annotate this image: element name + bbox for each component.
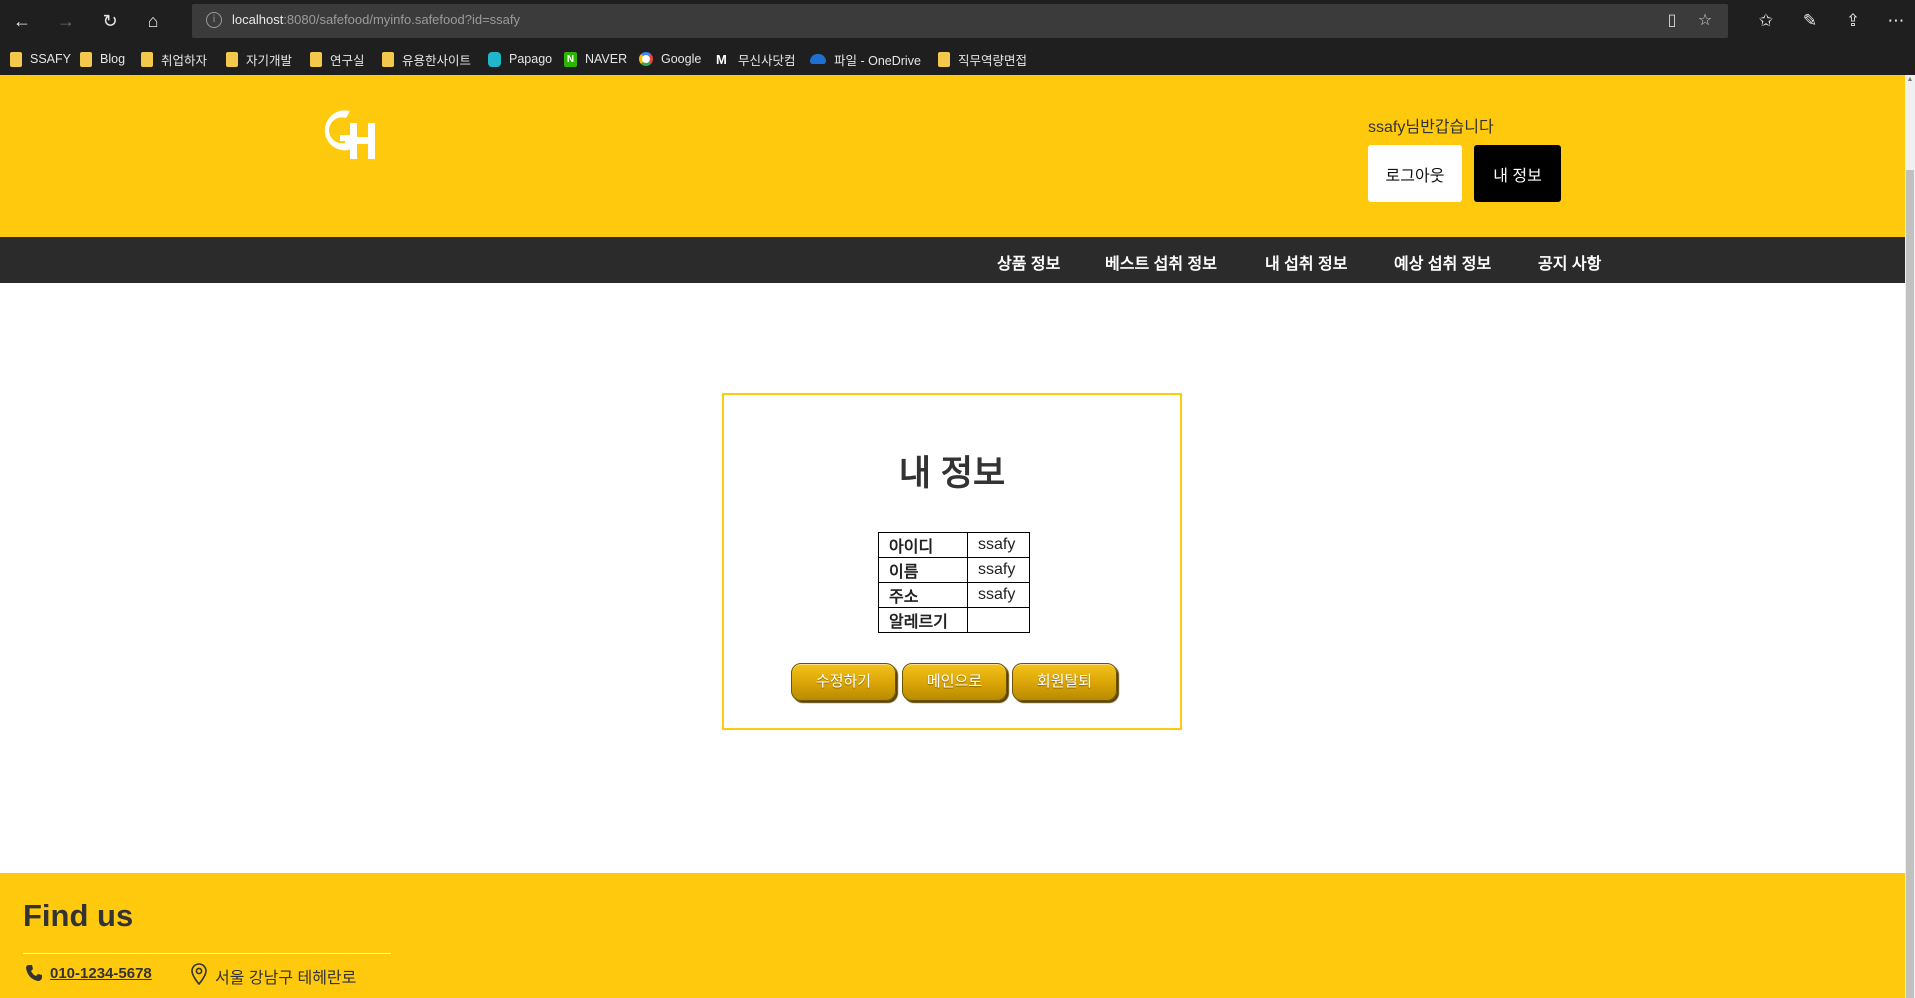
field-label-id: 아이디 [878, 532, 968, 558]
nav-item-products[interactable]: 상품 정보 [997, 250, 1060, 274]
onedrive-icon [810, 54, 826, 64]
map-pin-icon [191, 963, 207, 985]
field-label-allergy: 알레르기 [878, 607, 968, 633]
address-text: 서울 강남구 테헤란로 [215, 970, 357, 987]
edit-button[interactable]: 수정하기 [791, 663, 896, 701]
site-info-icon[interactable]: i [206, 12, 222, 28]
bookmark-musinsa[interactable]: M 무신사닷컴 [716, 50, 796, 68]
bookmark-naver[interactable]: N NAVER [564, 50, 627, 68]
folder-icon [226, 51, 238, 67]
footer-divider [23, 953, 391, 954]
browser-toolbar: ← → ↻ ⌂ i localhost:8080/safefood/myinfo… [0, 0, 1915, 42]
bookmark-google[interactable]: Google [639, 50, 701, 68]
address-bar[interactable]: i localhost:8080/safefood/myinfo.safefoo… [192, 4, 1728, 38]
scrollbar-thumb[interactable] [1906, 170, 1914, 998]
field-value-id: ssafy [967, 532, 1030, 558]
logout-button[interactable]: 로그아웃 [1368, 145, 1462, 202]
url-text[interactable]: localhost:8080/safefood/myinfo.safefood?… [232, 12, 520, 27]
field-value-name: ssafy [967, 557, 1030, 583]
bookmark-lab[interactable]: 연구실 [310, 50, 365, 68]
home-icon[interactable]: ⌂ [140, 8, 166, 34]
papago-icon [488, 51, 501, 67]
bookmark-label: Blog [100, 52, 126, 66]
field-value-address: ssafy [967, 582, 1030, 608]
bookmark-label: NAVER [585, 52, 628, 66]
folder-icon [310, 51, 322, 67]
google-icon [639, 52, 653, 66]
bookmarks-bar: SSAFY Blog 취업하자 자기개발 연구실 유용한사이트 Papago N… [0, 46, 1915, 72]
scroll-up-icon[interactable]: ▲ [1905, 75, 1915, 85]
bookmark-onedrive[interactable]: 파일 - OneDrive [810, 50, 921, 68]
browser-chrome: ← → ↻ ⌂ i localhost:8080/safefood/myinfo… [0, 0, 1915, 75]
folder-icon [80, 51, 92, 67]
table-row: 주소 ssafy [878, 582, 1030, 608]
favorites-list-icon[interactable]: ✩ [1753, 8, 1779, 34]
greeting-text: ssafy님반갑습니다 [1368, 119, 1494, 136]
nav-item-my-intake[interactable]: 내 섭취 정보 [1265, 250, 1348, 274]
action-buttons: 수정하기 메인으로 회원탈퇴 [791, 663, 1121, 701]
bookmark-label: 파일 - OneDrive [834, 53, 921, 68]
bookmark-ssafy[interactable]: SSAFY [10, 50, 71, 68]
bookmark-self-dev[interactable]: 자기개발 [226, 50, 292, 68]
url-path: :8080/safefood/myinfo.safefood?id=ssafy [283, 12, 520, 27]
musinsa-icon: M [716, 51, 727, 67]
site-footer: Find us 010-1234-5678 서울 강남구 테헤란로 [0, 873, 1905, 998]
my-info-button[interactable]: 내 정보 [1474, 145, 1561, 202]
footer-heading: Find us [23, 898, 134, 933]
info-table: 아이디 ssafy 이름 ssafy 주소 ssafy 알레르기 [878, 532, 1030, 633]
table-row: 아이디 ssafy [878, 532, 1030, 558]
share-icon[interactable]: ⇪ [1840, 8, 1866, 34]
field-value-allergy [967, 607, 1030, 633]
reading-view-icon[interactable]: ▯ [1661, 10, 1683, 32]
bookmark-job[interactable]: 취업하자 [141, 50, 207, 68]
bookmark-label: 자기개발 [246, 53, 293, 68]
table-row: 알레르기 [878, 607, 1030, 633]
page-scrollbar[interactable]: ▲ [1905, 75, 1915, 998]
folder-icon [938, 51, 950, 67]
bookmark-label: 연구실 [330, 53, 365, 68]
my-info-card: 내 정보 아이디 ssafy 이름 ssafy 주소 ssafy 알레르기 수정… [722, 393, 1182, 730]
nav-item-notices[interactable]: 공지 사항 [1538, 250, 1601, 274]
bookmark-label: Papago [509, 52, 553, 66]
bookmark-useful-sites[interactable]: 유용한사이트 [382, 50, 471, 68]
bookmark-label: SSAFY [30, 52, 71, 66]
bookmark-label: 유용한사이트 [402, 53, 472, 68]
folder-icon [10, 51, 22, 67]
back-icon[interactable]: ← [9, 8, 35, 34]
naver-icon: N [564, 51, 577, 67]
page-content: ssafy님반갑습니다 로그아웃 내 정보 상품 정보 베스트 섭취 정보 내 … [0, 75, 1905, 998]
page-title: 내 정보 [898, 454, 1006, 493]
nav-item-expected-intake[interactable]: 예상 섭취 정보 [1394, 250, 1491, 274]
withdraw-button[interactable]: 회원탈퇴 [1012, 663, 1117, 701]
bookmark-label: Google [661, 52, 702, 66]
table-row: 이름 ssafy [878, 557, 1030, 583]
bookmark-label: 무신사닷컴 [738, 53, 796, 68]
more-icon[interactable]: ⋯ [1883, 8, 1909, 34]
field-label-address: 주소 [878, 582, 968, 608]
favorite-star-icon[interactable]: ☆ [1694, 10, 1716, 32]
refresh-icon[interactable]: ↻ [97, 8, 123, 34]
forward-icon[interactable]: → [53, 8, 79, 34]
bookmark-interview[interactable]: 직무역량면접 [938, 50, 1027, 68]
bookmark-papago[interactable]: Papago [488, 50, 552, 68]
site-header: ssafy님반갑습니다 로그아웃 내 정보 [0, 75, 1905, 237]
folder-icon [382, 51, 394, 67]
phone-icon [26, 965, 42, 981]
field-label-name: 이름 [878, 557, 968, 583]
nav-item-best-intake[interactable]: 베스트 섭취 정보 [1105, 250, 1217, 274]
bookmark-label: 취업하자 [161, 53, 208, 68]
site-logo[interactable] [320, 105, 380, 161]
bookmark-label: 직무역량면접 [958, 53, 1028, 68]
folder-icon [141, 51, 153, 67]
pen-icon[interactable]: ✎ [1797, 8, 1823, 34]
bookmark-blog[interactable]: Blog [80, 50, 125, 68]
main-nav: 상품 정보 베스트 섭취 정보 내 섭취 정보 예상 섭취 정보 공지 사항 [0, 237, 1905, 283]
url-host: localhost [232, 12, 284, 27]
go-main-button[interactable]: 메인으로 [902, 663, 1007, 701]
phone-link[interactable]: 010-1234-5678 [50, 965, 152, 982]
